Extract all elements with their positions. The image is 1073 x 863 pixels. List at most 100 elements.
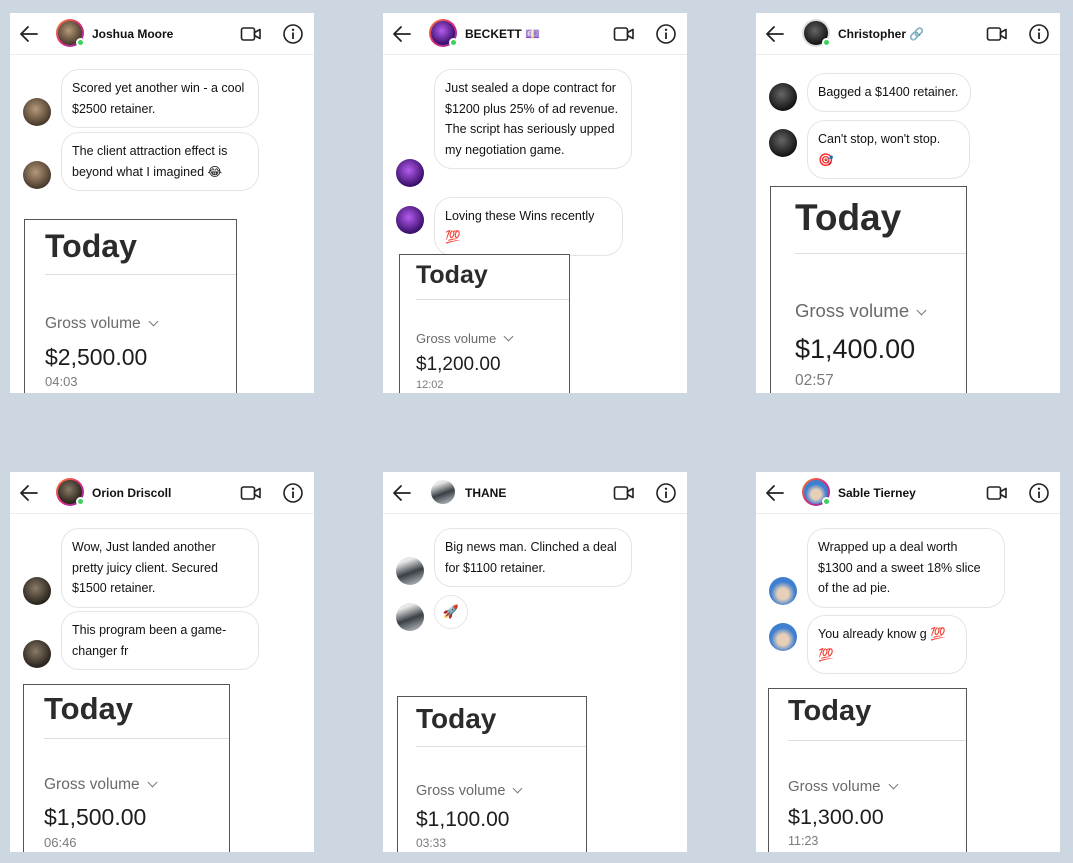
- username[interactable]: Christopher 🔗: [838, 27, 924, 41]
- username[interactable]: Orion Driscoll: [92, 486, 171, 500]
- divider: [788, 740, 966, 741]
- username[interactable]: Sable Tierney: [838, 486, 916, 500]
- gross-volume-dropdown[interactable]: Gross volume: [45, 315, 159, 333]
- divider: [44, 738, 229, 739]
- dm-panel-orion: Orion Driscoll Wow, Just landed another …: [10, 472, 314, 852]
- message-bubble: 🚀: [434, 595, 468, 629]
- gross-volume-dropdown[interactable]: Gross volume: [795, 300, 927, 322]
- gross-volume-dropdown[interactable]: Gross volume: [416, 783, 523, 799]
- back-arrow-icon[interactable]: [18, 23, 40, 45]
- sender-avatar: [769, 577, 797, 605]
- card-title: Today: [788, 695, 872, 727]
- chevron-down-icon: [888, 779, 898, 790]
- chevron-down-icon: [513, 783, 523, 794]
- username[interactable]: BECKETT 💷: [465, 27, 540, 41]
- sender-avatar: [23, 161, 51, 189]
- dm-panel-beckett: BECKETT 💷 Just sealed a dope contract fo…: [383, 13, 687, 393]
- sender-avatar: [396, 206, 424, 234]
- info-icon[interactable]: [282, 482, 304, 504]
- chat-header: Joshua Moore: [10, 13, 314, 55]
- gross-volume-amount: $1,400.00: [795, 334, 916, 364]
- gross-volume-dropdown[interactable]: Gross volume: [44, 776, 158, 794]
- message-bubble: Big news man. Clinched a deal for $1100 …: [434, 528, 632, 587]
- card-title: Today: [44, 691, 133, 726]
- sender-avatar: [23, 577, 51, 605]
- chevron-down-icon: [916, 305, 927, 316]
- card-title: Today: [795, 197, 902, 238]
- sender-avatar: [769, 83, 797, 111]
- username[interactable]: THANE: [465, 486, 506, 500]
- video-call-icon[interactable]: [613, 483, 635, 503]
- card-title: Today: [45, 228, 137, 264]
- info-icon[interactable]: [1028, 482, 1050, 504]
- sender-avatar: [23, 640, 51, 668]
- message-bubble: You already know g 💯 💯: [807, 615, 967, 674]
- back-arrow-icon[interactable]: [18, 482, 40, 504]
- message-bubble: Loving these Wins recently 💯: [434, 197, 623, 256]
- message-bubble: Wrapped up a deal worth $1300 and a swee…: [807, 528, 1005, 608]
- timestamp: 03:33: [416, 836, 447, 850]
- online-indicator: [822, 38, 831, 47]
- gross-volume-dropdown[interactable]: Gross volume: [416, 331, 514, 346]
- video-call-icon[interactable]: [986, 483, 1008, 503]
- earnings-card: Today Gross volume $1,300.00 11:23: [768, 688, 967, 852]
- online-indicator: [449, 38, 458, 47]
- online-indicator: [76, 38, 85, 47]
- message-bubble: Wow, Just landed another pretty juicy cl…: [61, 528, 259, 608]
- earnings-card: Today Gross volume $2,500.00 04:03: [24, 219, 237, 393]
- gross-volume-amount: $2,500.00: [45, 344, 148, 370]
- gross-volume-label: Gross volume: [45, 315, 141, 332]
- avatar[interactable]: [429, 478, 457, 506]
- username[interactable]: Joshua Moore: [92, 27, 173, 41]
- message-bubble: Can't stop, won't stop. 🎯: [807, 120, 970, 179]
- message-bubble: Scored yet another win - a cool $2500 re…: [61, 69, 259, 128]
- back-arrow-icon[interactable]: [764, 482, 786, 504]
- gross-volume-amount: $1,500.00: [44, 804, 147, 830]
- chevron-down-icon: [148, 316, 159, 327]
- online-indicator: [822, 497, 831, 506]
- gross-volume-dropdown[interactable]: Gross volume: [788, 778, 898, 795]
- chevron-down-icon: [147, 777, 158, 788]
- earnings-card: Today Gross volume $1,400.00 02:57: [770, 186, 967, 393]
- divider: [416, 299, 569, 300]
- back-arrow-icon[interactable]: [391, 23, 413, 45]
- chat-header: Christopher 🔗: [756, 13, 1060, 55]
- chat-header: THANE: [383, 472, 687, 514]
- chat-header: Sable Tierney: [756, 472, 1060, 514]
- back-arrow-icon[interactable]: [764, 23, 786, 45]
- sender-avatar: [396, 557, 424, 585]
- info-icon[interactable]: [655, 23, 677, 45]
- divider: [795, 253, 966, 254]
- sender-avatar: [769, 129, 797, 157]
- gross-volume-amount: $1,100.00: [416, 808, 510, 831]
- gross-volume-amount: $1,200.00: [416, 354, 501, 375]
- back-arrow-icon[interactable]: [391, 482, 413, 504]
- message-bubble: Just sealed a dope contract for $1200 pl…: [434, 69, 632, 169]
- online-indicator: [76, 497, 85, 506]
- gross-volume-label: Gross volume: [788, 778, 881, 795]
- card-title: Today: [416, 261, 488, 289]
- divider: [45, 274, 236, 275]
- video-call-icon[interactable]: [986, 24, 1008, 44]
- info-icon[interactable]: [655, 482, 677, 504]
- timestamp: 02:57: [795, 372, 834, 389]
- timestamp: 12:02: [416, 379, 444, 391]
- card-title: Today: [416, 703, 497, 734]
- gross-volume-label: Gross volume: [44, 776, 140, 793]
- info-icon[interactable]: [282, 23, 304, 45]
- sender-avatar: [396, 159, 424, 187]
- dm-panel-thane: THANE Big news man. Clinched a deal for …: [383, 472, 687, 852]
- chevron-down-icon: [503, 331, 514, 342]
- video-call-icon[interactable]: [240, 483, 262, 503]
- video-call-icon[interactable]: [240, 24, 262, 44]
- gross-volume-label: Gross volume: [416, 331, 497, 346]
- divider: [416, 746, 586, 747]
- timestamp: 04:03: [45, 374, 78, 389]
- message-bubble: The client attraction effect is beyond w…: [61, 132, 259, 191]
- sender-avatar: [23, 98, 51, 126]
- info-icon[interactable]: [1028, 23, 1050, 45]
- timestamp: 11:23: [788, 834, 819, 848]
- gross-volume-label: Gross volume: [416, 783, 506, 799]
- video-call-icon[interactable]: [613, 24, 635, 44]
- earnings-card: Today Gross volume $1,100.00 03:33: [397, 696, 587, 852]
